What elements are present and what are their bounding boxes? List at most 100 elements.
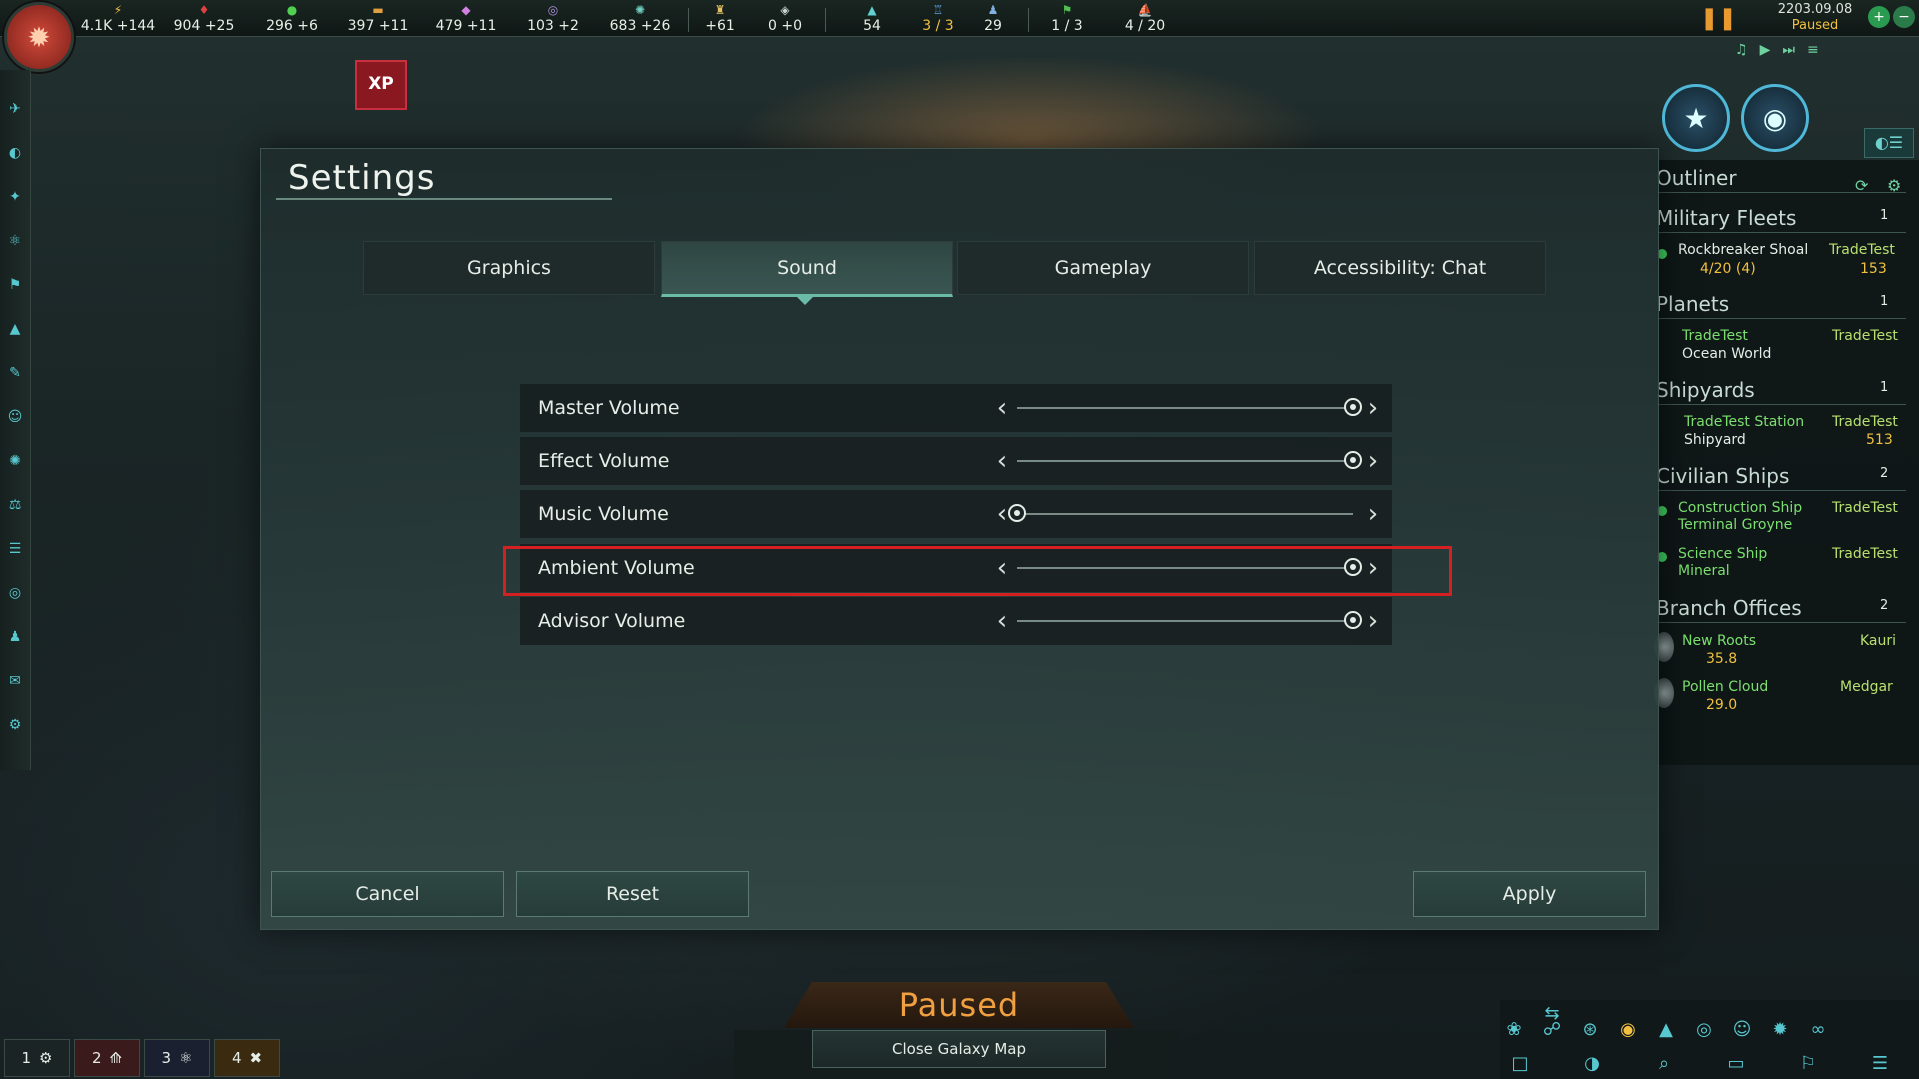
zoom-icon[interactable]: ⌕ xyxy=(1650,1050,1678,1078)
slider-knob[interactable] xyxy=(1344,451,1362,469)
trade-resource[interactable]: ◈ 0 +0 xyxy=(745,2,825,34)
apply-button[interactable]: Apply xyxy=(1413,871,1646,917)
civilian-ship-name[interactable]: Construction Ship xyxy=(1678,500,1802,517)
tab-label: Accessibility: Chat xyxy=(1313,257,1487,279)
branch-office-name[interactable]: Pollen Cloud xyxy=(1682,679,1768,696)
empire-emblem[interactable]: ✹ xyxy=(4,2,74,72)
master-volume-slider[interactable] xyxy=(1017,407,1353,409)
chevron-left-icon[interactable]: ‹ xyxy=(992,394,1012,422)
government-icon[interactable]: ✈ xyxy=(4,98,26,120)
territory-icon[interactable]: ✹ xyxy=(1766,1016,1794,1044)
fleet-name[interactable]: Rockbreaker Shoal xyxy=(1678,242,1808,259)
tab-label: Sound xyxy=(777,257,837,279)
planet-name[interactable]: TradeTest xyxy=(1682,328,1748,345)
ship-designer-icon[interactable]: ✎ xyxy=(4,362,26,384)
minerals-resource[interactable]: ♦ 904 +25 xyxy=(164,2,244,34)
tab-accessibility-chat[interactable]: Accessibility: Chat xyxy=(1254,241,1546,295)
eye-icon[interactable]: ◎ xyxy=(1690,1016,1718,1044)
galaxy-view-icon[interactable]: ◉ xyxy=(1741,84,1809,152)
leaders-icon[interactable]: ♟ xyxy=(4,626,26,648)
chevron-right-icon[interactable]: › xyxy=(1363,500,1383,528)
focus-icon[interactable]: ◉ xyxy=(1614,1016,1642,1044)
target-icon[interactable]: ⊛ xyxy=(1576,1016,1604,1044)
chevron-right-icon[interactable]: › xyxy=(1363,447,1383,475)
diplomacy-icon[interactable]: ✦ xyxy=(4,186,26,208)
close-galaxy-map-button[interactable]: Close Galaxy Map xyxy=(812,1030,1106,1068)
situation-log-icon[interactable]: ☰ xyxy=(4,538,26,560)
speed-up-icon[interactable]: + xyxy=(1868,6,1890,28)
control-group-3[interactable]: 3 ⚛ xyxy=(144,1039,210,1077)
species-icon[interactable]: ☺ xyxy=(4,406,26,428)
chevron-right-icon[interactable]: › xyxy=(1363,394,1383,422)
civilian-ships-header[interactable]: Civilian Ships xyxy=(1656,464,1789,488)
species-icon[interactable]: ☺ xyxy=(1728,1016,1756,1044)
planets-icon[interactable]: ◐ xyxy=(4,142,26,164)
technology-icon[interactable]: ⚛ xyxy=(4,230,26,252)
control-group-2[interactable]: 2 ⟰ xyxy=(74,1039,140,1077)
flag-icon[interactable]: ⚐ xyxy=(1794,1050,1822,1078)
policies-icon[interactable]: ⚙ xyxy=(4,714,26,736)
control-group-4[interactable]: 4 ✖ xyxy=(214,1039,280,1077)
market-icon[interactable]: ◎ xyxy=(4,582,26,604)
military-fleets-header[interactable]: Military Fleets xyxy=(1656,206,1796,230)
naval-capacity-resource[interactable]: ⛵ 4 / 20 xyxy=(1105,2,1185,34)
slider-knob[interactable] xyxy=(1344,611,1362,629)
energy-resource[interactable]: ⚡ 4.1K +144 xyxy=(78,2,158,34)
planets-header[interactable]: Planets xyxy=(1656,292,1729,316)
edicts-icon[interactable]: ⚖ xyxy=(4,494,26,516)
effect-volume-slider[interactable] xyxy=(1017,460,1353,462)
chat-icon[interactable]: ▭ xyxy=(1722,1050,1750,1078)
tab-graphics[interactable]: Graphics xyxy=(363,241,655,295)
alloys-resource[interactable]: ◆ 479 +11 xyxy=(426,2,506,34)
branch-offices-header[interactable]: Branch Offices xyxy=(1656,596,1802,620)
hamburger-menu-icon[interactable]: ☰ xyxy=(1866,1050,1894,1078)
pause-icon[interactable]: ❚❚ xyxy=(1700,6,1737,32)
envoys-resource[interactable]: ⚑ 1 / 3 xyxy=(1027,2,1107,34)
consumer-goods-resource[interactable]: ▬ 397 +11 xyxy=(338,2,418,34)
advisor-volume-slider[interactable] xyxy=(1017,620,1353,622)
pops-resource[interactable]: ♟ 29 xyxy=(953,2,1033,34)
empire-stars-icon[interactable]: ★ xyxy=(1662,84,1730,152)
menu-list-icon[interactable]: ≡ xyxy=(1807,42,1819,64)
music-icon[interactable]: ♫ xyxy=(1735,42,1748,64)
route-icon[interactable]: ☍ xyxy=(1538,1016,1566,1044)
shipyards-header[interactable]: Shipyards xyxy=(1656,378,1755,402)
planet-view-icon[interactable]: ◑ xyxy=(1578,1050,1606,1078)
factions-icon[interactable]: ⚑ xyxy=(4,274,26,296)
shipyard-name[interactable]: TradeTest Station xyxy=(1684,414,1804,431)
pops-value: 29 xyxy=(984,18,1002,34)
traditions-icon[interactable]: ✺ xyxy=(4,450,26,472)
influence-resource[interactable]: ◎ 103 +2 xyxy=(513,2,593,34)
step-forward-icon[interactable]: ⏭ xyxy=(1782,42,1795,64)
civilian-ship-name[interactable]: Science Ship xyxy=(1678,546,1767,563)
slider-knob[interactable] xyxy=(1344,398,1362,416)
branch-office-name[interactable]: New Roots xyxy=(1682,633,1756,650)
game-date[interactable]: 2203.09.08 Paused xyxy=(1745,0,1885,38)
unity-resource[interactable]: ✺ 683 +26 xyxy=(600,2,680,34)
control-group-1[interactable]: 1 ⚙ xyxy=(4,1039,70,1077)
play-icon[interactable]: ▶ xyxy=(1760,42,1771,64)
square-icon[interactable]: □ xyxy=(1506,1050,1534,1078)
slider-knob[interactable] xyxy=(1008,504,1026,522)
xp-notification-badge[interactable]: XP xyxy=(355,60,407,110)
link-icon[interactable]: ∞ xyxy=(1804,1016,1832,1044)
food-resource[interactable]: ● 296 +6 xyxy=(252,2,332,34)
ambient-volume-highlight xyxy=(503,546,1452,596)
cancel-button[interactable]: Cancel xyxy=(271,871,504,917)
outliner-toggle-icon[interactable]: ◐☰ xyxy=(1864,128,1914,158)
reset-button[interactable]: Reset xyxy=(516,871,749,917)
chevron-left-icon[interactable]: ‹ xyxy=(992,607,1012,635)
contacts-icon[interactable]: ✉ xyxy=(4,670,26,692)
chevron-left-icon[interactable]: ‹ xyxy=(992,447,1012,475)
tab-sound[interactable]: Sound xyxy=(661,241,953,297)
fleet-icon[interactable]: ▲ xyxy=(1652,1016,1680,1044)
branch-office-owner: Medgar xyxy=(1840,679,1893,695)
speed-down-icon[interactable]: − xyxy=(1893,6,1915,28)
music-volume-slider[interactable] xyxy=(1017,513,1353,515)
envoys-value: 1 / 3 xyxy=(1051,18,1083,34)
resource-bar: ⚡ 4.1K +144 ♦ 904 +25 ● 296 +6 ▬ 397 +11 ◆ 47… xyxy=(0,0,1919,37)
tab-gameplay[interactable]: Gameplay xyxy=(957,241,1249,295)
map-mode-icon[interactable]: ❀ xyxy=(1500,1016,1528,1044)
fleet-manager-icon[interactable]: ▲ xyxy=(4,318,26,340)
chevron-right-icon[interactable]: › xyxy=(1363,607,1383,635)
